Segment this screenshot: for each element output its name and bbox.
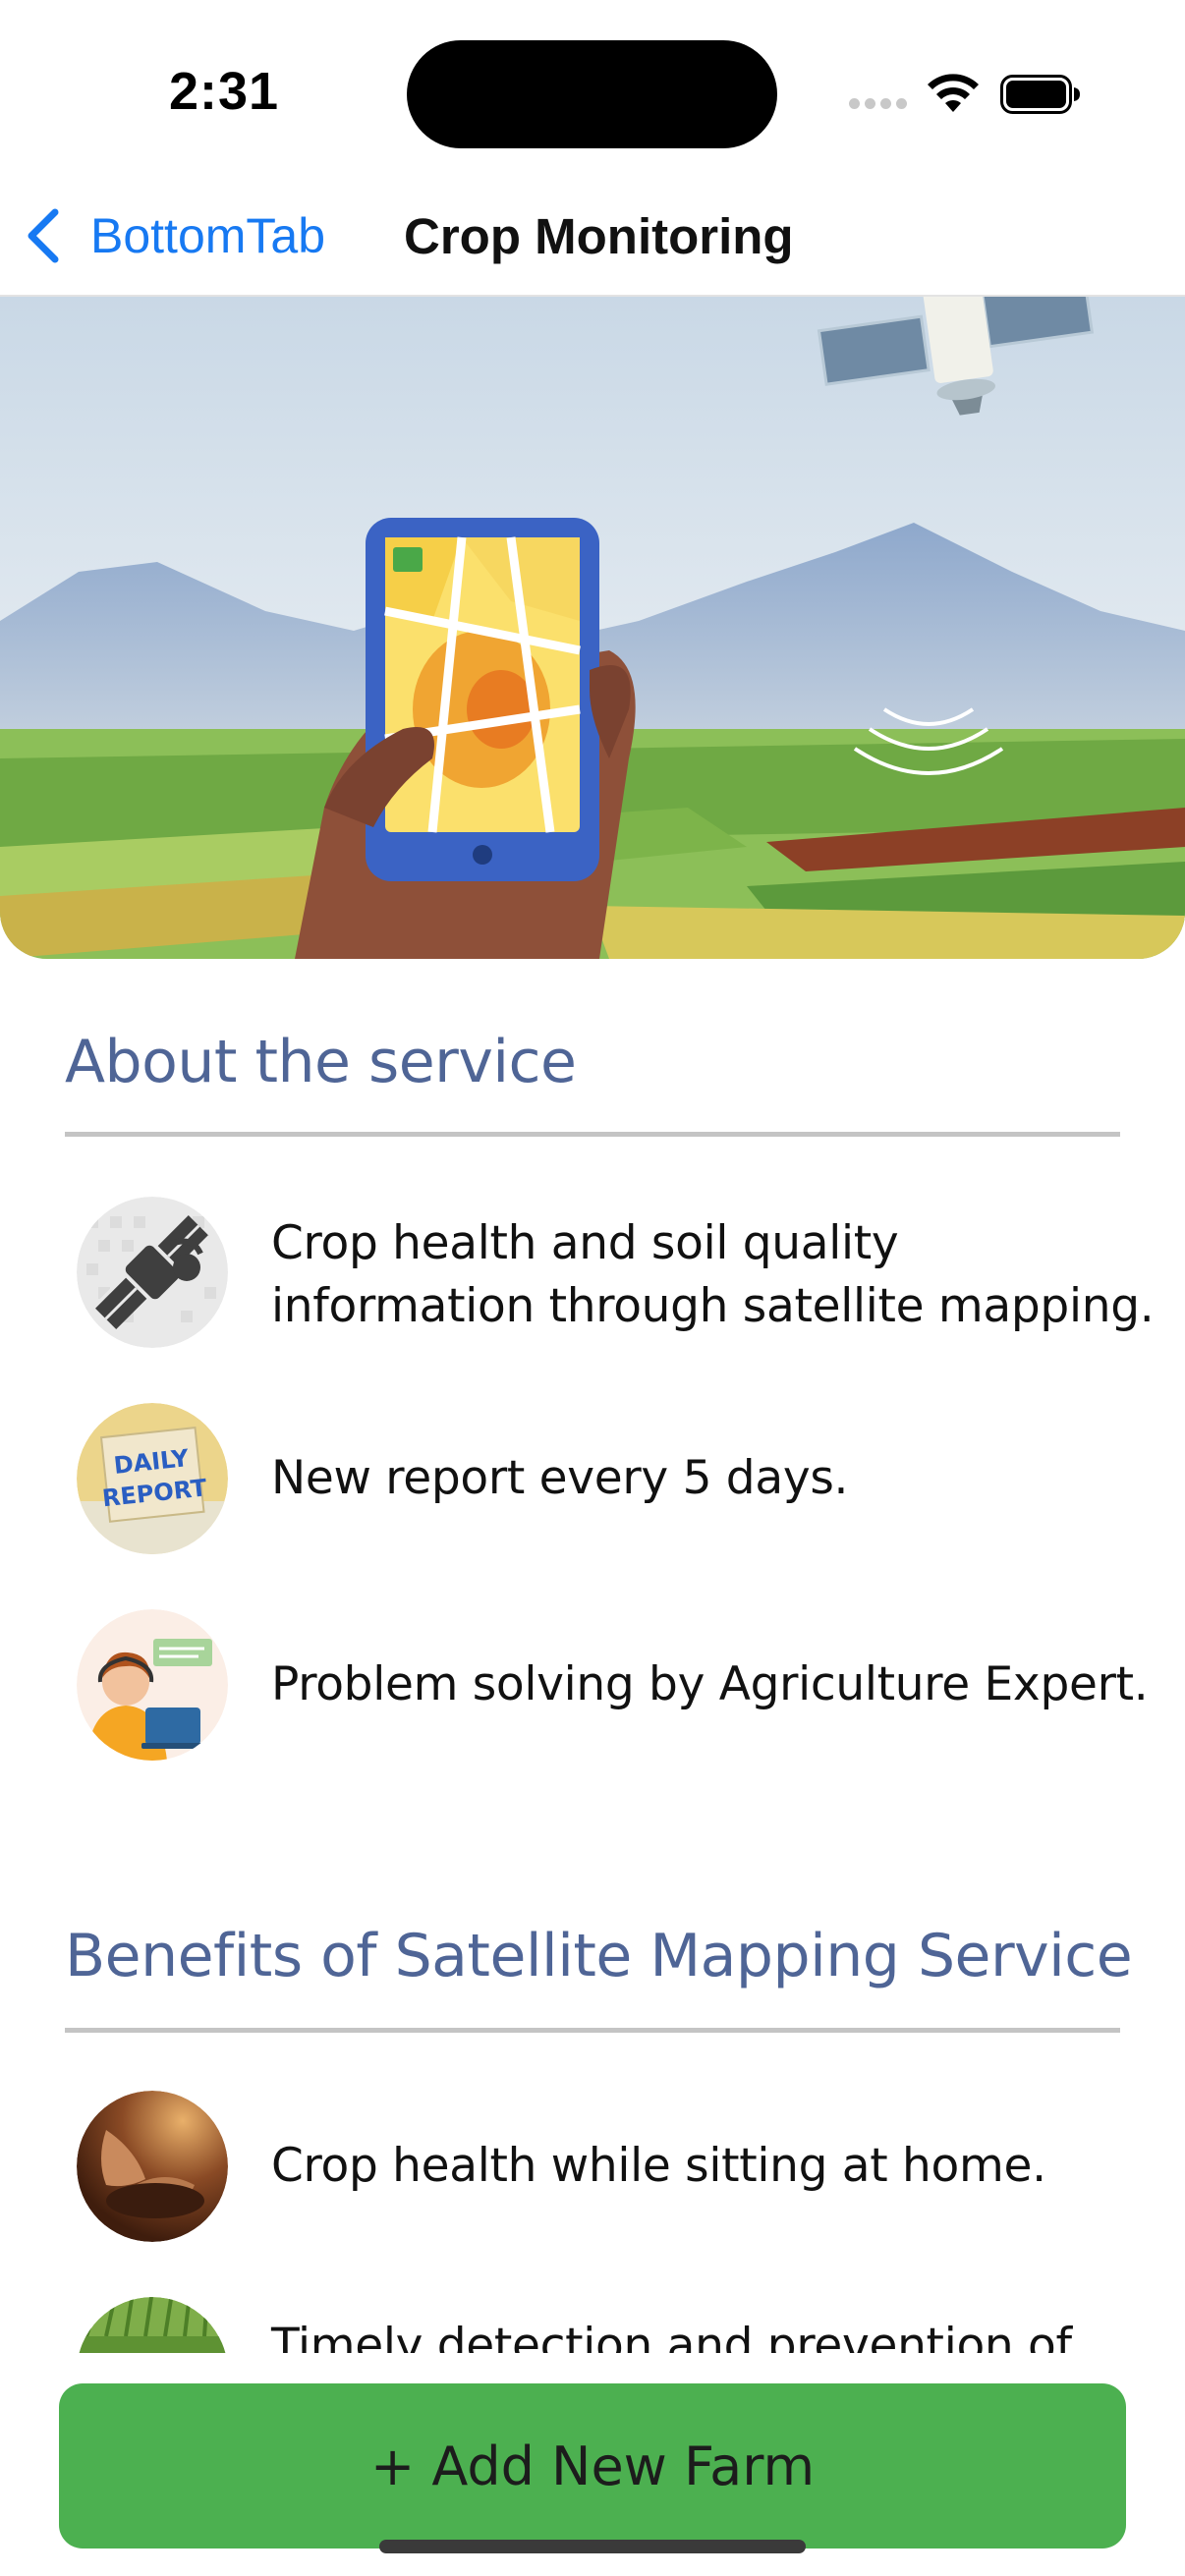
status-time: 2:31 [169, 62, 280, 121]
about-item-text: New report every 5 days. [271, 1447, 848, 1510]
wifi-icon [928, 74, 979, 112]
daily-report-icon: DAILY REPORT [77, 1403, 228, 1554]
about-item-expert: Problem solving by Agriculture Expert. [77, 1609, 1167, 1766]
soil-hands-icon [77, 2091, 228, 2242]
about-item-text-line: information through satellite mapping. [271, 1279, 1155, 1333]
benefits-divider [65, 2028, 1120, 2033]
benefits-item-detection: Timely detection and prevention of [77, 2297, 1167, 2353]
benefits-item-text-line: Timely detection and prevention of [271, 2319, 1072, 2353]
about-item-report: DAILY REPORT New report every 5 days. [77, 1403, 1167, 1560]
scroll-viewport-clip: Timely detection and prevention of [0, 2260, 1185, 2353]
expert-icon [77, 1609, 228, 1761]
add-new-farm-label: + Add New Farm [369, 2435, 816, 2497]
about-section-title: About the service [65, 1028, 577, 1096]
about-item-text: Crop health and soil quality information… [271, 1212, 1155, 1338]
benefits-item-text: Crop health while sitting at home. [271, 2135, 1046, 2198]
home-indicator[interactable] [379, 2540, 806, 2553]
benefits-item-text: Timely detection and prevention of [271, 2315, 1072, 2353]
status-bar: 2:31 [0, 0, 1185, 177]
battery-icon [1000, 75, 1080, 114]
benefits-item-text-line: Crop health while sitting at home. [271, 2139, 1046, 2193]
cellular-signal-icon [849, 98, 908, 112]
hero-illustration [0, 297, 1185, 959]
page-title: Crop Monitoring [404, 208, 794, 264]
about-item-satellite: Crop health and soil quality information… [77, 1197, 1167, 1354]
add-new-farm-button[interactable]: + Add New Farm [59, 2383, 1126, 2548]
satellite-icon [77, 1197, 228, 1348]
about-divider [65, 1132, 1120, 1137]
back-button[interactable]: BottomTab [22, 200, 325, 271]
about-item-text-line: New report every 5 days. [271, 1451, 849, 1505]
crop-field-icon [77, 2297, 228, 2353]
about-item-text-line: Crop health and soil quality [271, 1216, 899, 1270]
dynamic-island [407, 40, 777, 148]
chevron-left-icon [28, 208, 59, 263]
back-button-label: BottomTab [90, 208, 326, 263]
app-screen: 2:31 BottomTab Crop Monitoring About the… [0, 0, 1185, 2576]
navigation-bar: BottomTab Crop Monitoring [0, 177, 1185, 295]
about-item-text: Problem solving by Agriculture Expert. [271, 1653, 1149, 1716]
about-item-text-line: Problem solving by Agriculture Expert. [271, 1657, 1149, 1711]
benefits-item-soil: Crop health while sitting at home. [77, 2091, 1167, 2248]
benefits-section-title: Benefits of Satellite Mapping Service [65, 1922, 1133, 1990]
